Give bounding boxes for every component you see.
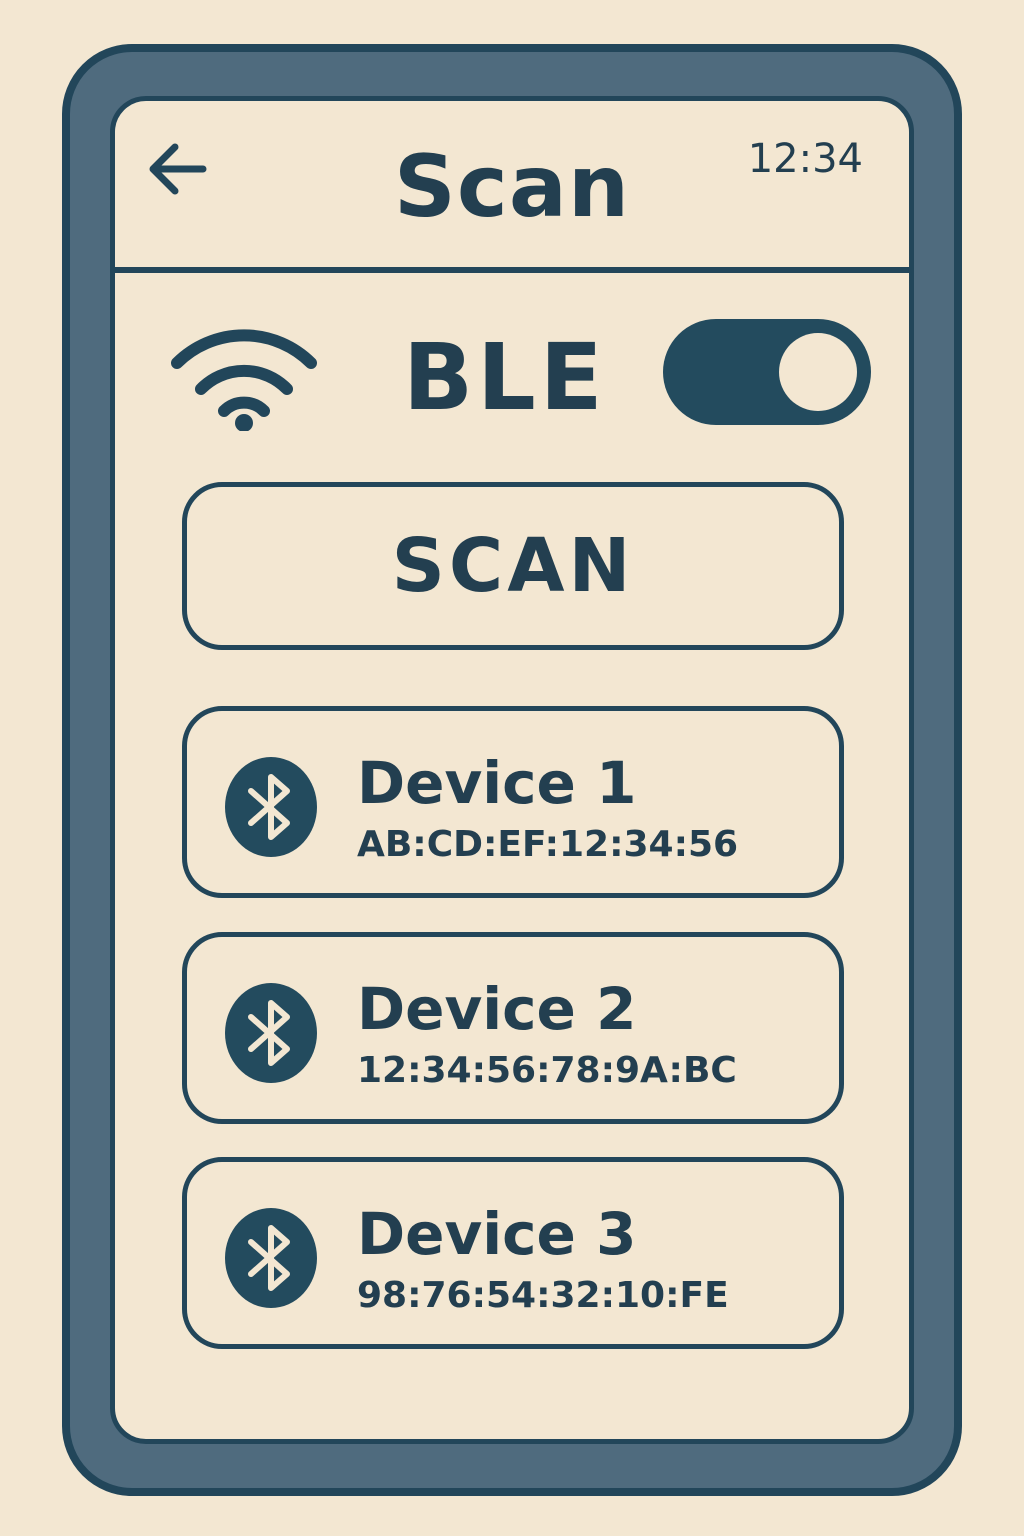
bluetooth-icon bbox=[225, 757, 317, 857]
device-name: Device 1 bbox=[357, 749, 637, 817]
device-address: 98:76:54:32:10:FE bbox=[357, 1275, 729, 1316]
bluetooth-icon bbox=[225, 983, 317, 1083]
screen: Scan 12:34 BLE SCAN Device 1 AB:CD:EF:12… bbox=[110, 96, 914, 1444]
device-item-2[interactable]: Device 2 12:34:56:78:9A:BC bbox=[182, 932, 844, 1124]
scan-button[interactable]: SCAN bbox=[182, 482, 844, 650]
bluetooth-icon bbox=[225, 1208, 317, 1308]
phone-frame: Scan 12:34 BLE SCAN Device 1 AB:CD:EF:12… bbox=[62, 44, 962, 1496]
device-name: Device 3 bbox=[357, 1200, 637, 1268]
device-name: Device 2 bbox=[357, 975, 637, 1043]
toggle-knob bbox=[779, 333, 857, 411]
device-item-3[interactable]: Device 3 98:76:54:32:10:FE bbox=[182, 1157, 844, 1349]
device-address: AB:CD:EF:12:34:56 bbox=[357, 824, 739, 865]
header: Scan 12:34 bbox=[115, 101, 909, 273]
ble-label: BLE bbox=[403, 324, 607, 431]
wifi-icon bbox=[171, 329, 317, 431]
ble-toggle[interactable] bbox=[663, 319, 871, 425]
device-address: 12:34:56:78:9A:BC bbox=[357, 1050, 737, 1091]
status-time: 12:34 bbox=[747, 136, 863, 182]
device-item-1[interactable]: Device 1 AB:CD:EF:12:34:56 bbox=[182, 706, 844, 898]
